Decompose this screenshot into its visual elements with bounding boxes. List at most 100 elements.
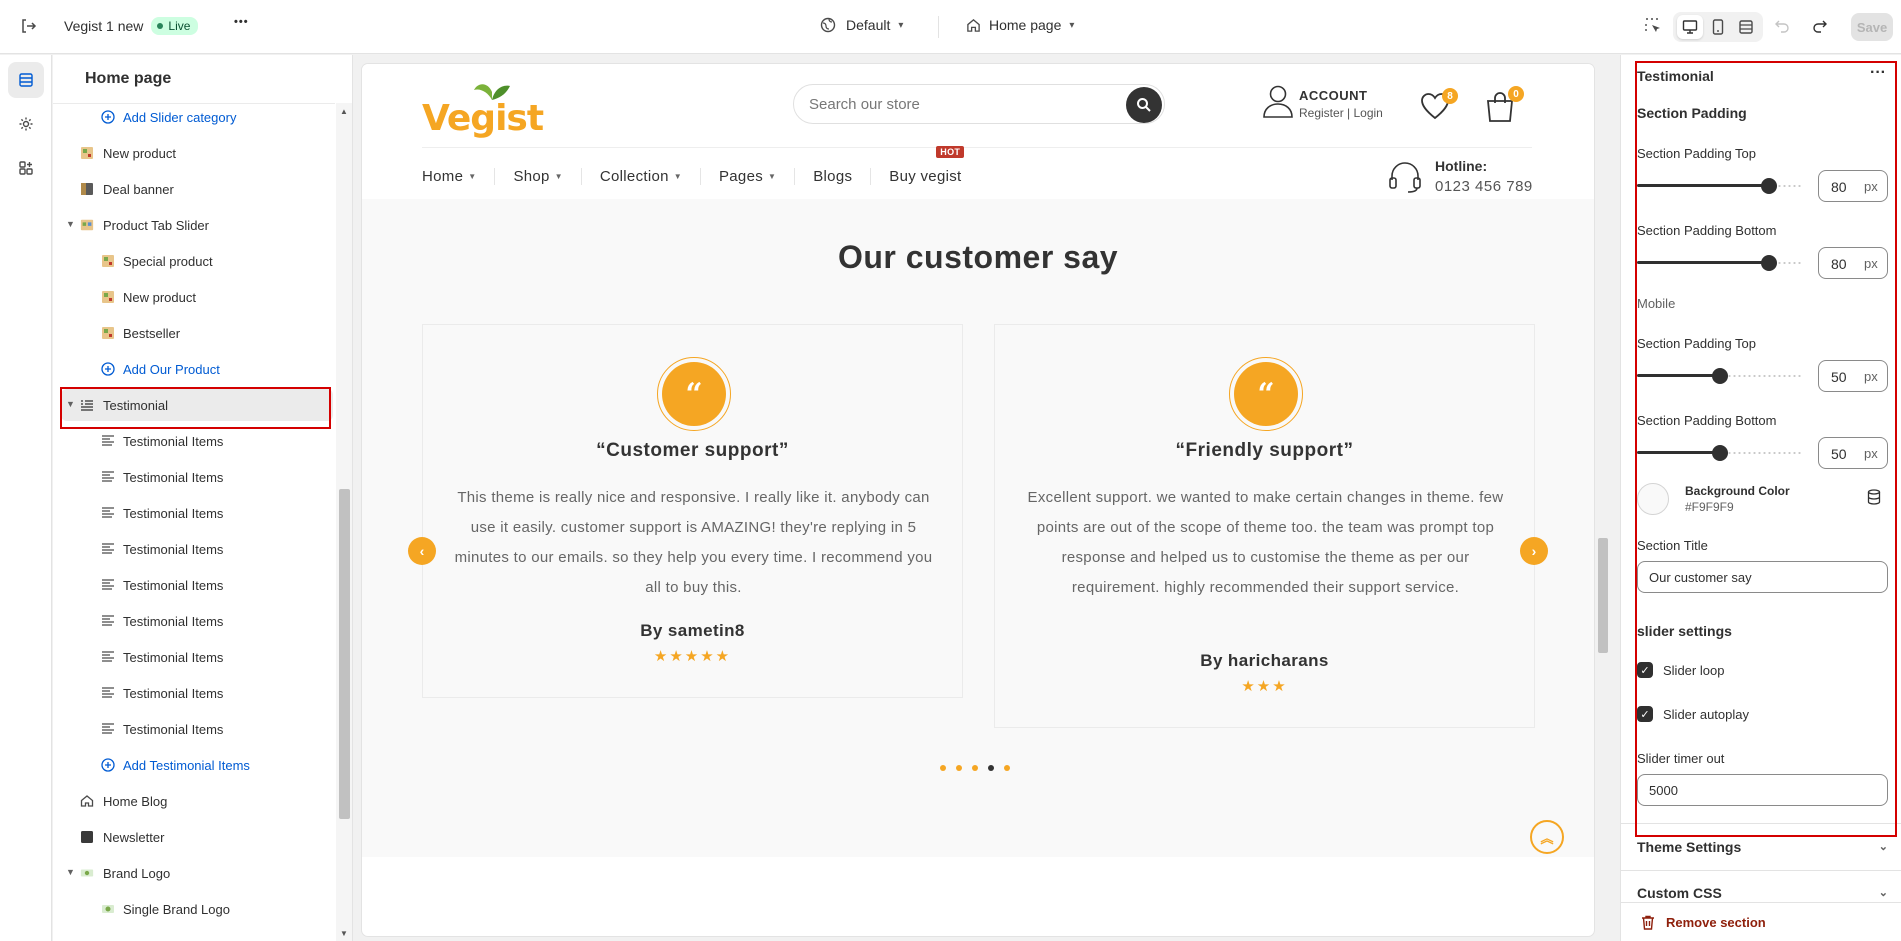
sidebar-item-brand-logo[interactable]: ▼ Brand Logo xyxy=(61,857,333,889)
cart-button[interactable]: 0 xyxy=(1484,86,1524,124)
undo-icon[interactable] xyxy=(1774,17,1790,33)
sidebar-item-product-tab-slider[interactable]: ▼ Product Tab Slider xyxy=(61,209,333,241)
nav-label: Buy vegist xyxy=(889,167,962,185)
product-block-icon xyxy=(80,146,94,160)
account-links[interactable]: Register | Login xyxy=(1299,106,1383,120)
sidebar-item-testimonial-items[interactable]: Testimonial Items xyxy=(61,533,333,565)
nav-buy-vegist[interactable]: Buy vegist HOT xyxy=(871,145,979,185)
nav-label: Home xyxy=(422,167,464,185)
brand-logo-icon xyxy=(101,902,115,916)
sections-nav-button[interactable] xyxy=(8,62,44,98)
search-button[interactable] xyxy=(1126,87,1162,123)
back-to-top-button[interactable]: ︽ xyxy=(1530,820,1564,854)
nav-home[interactable]: Home ▼ xyxy=(422,167,496,185)
add-our-product-button[interactable]: Add Our Product xyxy=(61,353,333,385)
sidebar-item-label: Testimonial Items xyxy=(123,433,224,449)
slider-next-button[interactable]: › xyxy=(1520,537,1548,565)
sidebar-item-testimonial-items[interactable]: Testimonial Items xyxy=(61,497,333,529)
text-block-icon xyxy=(101,686,115,700)
remove-section-bar: Remove section xyxy=(1621,902,1901,941)
sidebar-item-single-brand-logo[interactable]: Single Brand Logo xyxy=(61,893,333,925)
testimonial-text: This theme is really nice and responsive… xyxy=(454,489,933,596)
sidebar-item-testimonial-items[interactable]: Testimonial Items xyxy=(61,713,333,745)
topbar-divider xyxy=(938,16,939,38)
testimonial-author: By haricharans xyxy=(1200,651,1329,670)
sidebar-item-testimonial-items[interactable]: Testimonial Items xyxy=(61,425,333,457)
scroll-down-icon[interactable]: ▼ xyxy=(340,929,348,938)
inspector-icon[interactable] xyxy=(1644,17,1662,35)
sections-sidebar: Home page Add Slider category New produc… xyxy=(53,55,353,941)
chevron-down-icon[interactable]: ▼ xyxy=(66,867,75,877)
testimonial-section[interactable]: Our customer say “ “Customer support” Th… xyxy=(362,199,1594,857)
text-block-icon xyxy=(101,542,115,556)
slider-pagination xyxy=(940,765,1010,771)
chevron-down-icon: ▾ xyxy=(898,19,904,31)
pagination-dot[interactable] xyxy=(988,765,994,771)
custom-css-accordion[interactable]: Custom CSS ⌄ xyxy=(1637,885,1888,901)
sidebar-item-label: Add Slider category xyxy=(123,109,237,125)
sidebar-item-new-product[interactable]: New product xyxy=(61,137,333,169)
more-actions-button[interactable]: ••• xyxy=(234,16,249,28)
sidebar-item-testimonial-items[interactable]: Testimonial Items xyxy=(61,677,333,709)
sidebar-item-deal-banner[interactable]: Deal banner xyxy=(61,173,333,205)
desktop-view-button[interactable] xyxy=(1677,15,1703,39)
sidebar-item-label: Home Blog xyxy=(103,793,168,809)
nav-collection[interactable]: Collection ▼ xyxy=(582,167,701,185)
add-testimonial-items-button[interactable]: Add Testimonial Items xyxy=(61,749,333,781)
pagination-dot[interactable] xyxy=(972,765,978,771)
remove-section-button[interactable]: Remove section xyxy=(1666,915,1766,930)
sidebar-item-bestseller[interactable]: Bestseller xyxy=(61,317,333,349)
hotline-title: Hotline: xyxy=(1435,158,1488,174)
testimonial-card: “ “Customer support” This theme is reall… xyxy=(422,324,963,698)
fullscreen-view-button[interactable] xyxy=(1733,15,1759,39)
mobile-view-button[interactable] xyxy=(1705,15,1731,39)
chevron-down-icon[interactable]: ▼ xyxy=(66,219,75,229)
pagination-dot[interactable] xyxy=(956,765,962,771)
text-block-icon xyxy=(101,470,115,484)
highlight-outline xyxy=(60,387,331,429)
apps-nav-button[interactable] xyxy=(8,150,44,186)
sidebar-item-testimonial-items[interactable]: Testimonial Items xyxy=(61,641,333,673)
search-placeholder: Search our store xyxy=(809,96,920,113)
text-block-icon xyxy=(101,722,115,736)
template-selector[interactable]: Default ▾ xyxy=(820,17,903,33)
add-slider-category-button[interactable]: Add Slider category xyxy=(61,101,333,133)
cart-count: 0 xyxy=(1508,86,1524,102)
sidebar-item-label: Testimonial Items xyxy=(123,505,224,521)
exit-icon[interactable] xyxy=(18,16,38,36)
sidebar-item-home-blog[interactable]: Home Blog xyxy=(61,785,333,817)
header-divider xyxy=(422,147,1532,148)
sidebar-scrollbar[interactable]: ▲ ▼ xyxy=(336,103,352,941)
nav-blogs[interactable]: Blogs xyxy=(795,167,872,185)
slider-prev-button[interactable]: ‹ xyxy=(408,537,436,565)
wishlist-button[interactable]: 8 xyxy=(1420,88,1460,124)
panel-divider xyxy=(1621,870,1901,871)
theme-settings-nav-button[interactable] xyxy=(8,106,44,142)
sidebar-item-testimonial-items[interactable]: Testimonial Items xyxy=(61,569,333,601)
scrollbar-thumb[interactable] xyxy=(1598,538,1608,653)
redo-icon[interactable] xyxy=(1812,17,1828,33)
pagination-dot[interactable] xyxy=(1004,765,1010,771)
search-icon xyxy=(1137,98,1151,112)
sidebar-item-testimonial-items[interactable]: Testimonial Items xyxy=(61,461,333,493)
sidebar-item-testimonial-items[interactable]: Testimonial Items xyxy=(61,605,333,637)
sidebar-item-label: Testimonial Items xyxy=(123,685,224,701)
scroll-up-icon[interactable]: ▲ xyxy=(340,107,348,116)
store-logo[interactable]: Vegist xyxy=(422,78,544,139)
preview-scrollbar[interactable] xyxy=(1596,55,1610,941)
sidebar-item-label: New product xyxy=(123,289,196,305)
store-search-input[interactable]: Search our store xyxy=(793,84,1165,124)
theme-settings-accordion[interactable]: Theme Settings ⌄ xyxy=(1637,839,1888,855)
nav-shop[interactable]: Shop ▼ xyxy=(495,167,582,185)
sidebar-item-newsletter[interactable]: Newsletter xyxy=(61,821,333,853)
save-button[interactable]: Save xyxy=(1851,13,1893,41)
product-tab-icon xyxy=(80,218,94,232)
pagination-dot[interactable] xyxy=(940,765,946,771)
page-selector[interactable]: Home page ▾ xyxy=(966,17,1074,33)
chevron-down-icon: ⌄ xyxy=(1878,841,1888,853)
nav-pages[interactable]: Pages ▼ xyxy=(701,167,796,185)
nav-label: Shop xyxy=(513,167,550,185)
sidebar-item-special-product[interactable]: Special product xyxy=(61,245,333,277)
scrollbar-thumb[interactable] xyxy=(339,489,350,819)
sidebar-item-new-product-tab[interactable]: New product xyxy=(61,281,333,313)
